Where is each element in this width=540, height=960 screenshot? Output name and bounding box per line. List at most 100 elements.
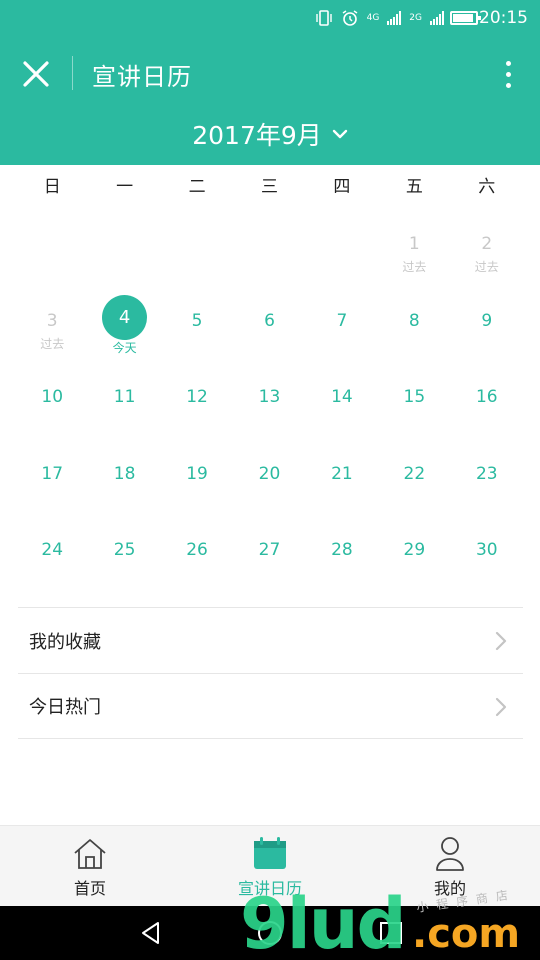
tab-mine[interactable]: 我的: [360, 826, 540, 907]
header-divider: [72, 56, 73, 90]
calendar-day[interactable]: 23: [451, 436, 523, 513]
day-number: 7: [336, 310, 348, 331]
home-nav-icon[interactable]: [257, 920, 283, 946]
day-number: 22: [403, 463, 426, 484]
month-picker[interactable]: 2017年9月: [0, 116, 540, 152]
day-number: 20: [258, 463, 281, 484]
day-status-label: 今天: [112, 340, 137, 355]
calendar-empty-cell: [306, 206, 378, 283]
day-number: 8: [408, 310, 420, 331]
day-number: 14: [331, 387, 353, 407]
chevron-right-icon: [495, 631, 507, 651]
more-dot-icon: [505, 60, 511, 66]
calendar-day[interactable]: 6: [233, 283, 305, 360]
status-bar: 4G 2G 20:15: [0, 0, 540, 36]
weekday-tue: 二: [188, 177, 206, 197]
menu-list: 我的收藏 今日热门: [18, 607, 523, 739]
tab-calendar-label: 宣讲日历: [237, 879, 302, 898]
calendar-day[interactable]: 16: [451, 359, 523, 436]
day-number: 21: [331, 463, 353, 484]
day-number: 23: [475, 463, 498, 484]
calendar-day[interactable]: 15: [378, 359, 450, 436]
signal-icon: [430, 11, 444, 25]
more-dot-icon: [505, 82, 511, 88]
day-number: 2: [481, 234, 493, 254]
calendar-day[interactable]: 12: [161, 359, 233, 436]
home-icon: [71, 836, 109, 872]
calendar-day[interactable]: 17: [16, 436, 88, 513]
calendar-day[interactable]: 14: [306, 359, 378, 436]
calendar-day[interactable]: 29: [378, 512, 450, 589]
weekday-thu: 四: [333, 177, 351, 197]
day-number: 10: [41, 387, 64, 407]
tab-calendar[interactable]: 宣讲日历: [180, 826, 360, 907]
day-number: 5: [191, 310, 203, 331]
vibrate-icon: [315, 10, 332, 26]
back-icon[interactable]: [138, 920, 164, 946]
calendar-day[interactable]: 9: [451, 283, 523, 360]
day-number: 15: [403, 387, 426, 407]
calendar-day[interactable]: 2 过去: [451, 206, 523, 283]
calendar-day[interactable]: 3 过去: [16, 283, 88, 360]
calendar-day[interactable]: 1 过去: [378, 206, 450, 283]
day-number: 13: [258, 387, 281, 407]
weekday-wed: 三: [260, 177, 278, 197]
signal-icon: [387, 11, 402, 25]
close-button[interactable]: [16, 54, 56, 94]
calendar-day[interactable]: 24: [16, 512, 88, 589]
day-number: 29: [403, 540, 426, 560]
calendar-day[interactable]: 30: [451, 512, 523, 589]
calendar-day[interactable]: 28: [306, 512, 378, 589]
weekday-header: 日 一 二 三 四 五 六: [16, 165, 523, 209]
calendar-empty-cell: [88, 206, 160, 283]
user-icon: [431, 836, 469, 872]
page-title: 宣讲日历: [92, 63, 192, 91]
calendar-icon: [251, 836, 289, 872]
day-number: 26: [186, 540, 208, 560]
calendar-day[interactable]: 21: [306, 436, 378, 513]
recents-icon[interactable]: [378, 920, 404, 946]
day-number: 1: [408, 234, 420, 254]
calendar-day[interactable]: 26: [161, 512, 233, 589]
calendar-day-today[interactable]: 4 今天: [88, 283, 160, 360]
calendar-day[interactable]: 19: [161, 436, 233, 513]
chevron-down-icon: [332, 129, 347, 139]
calendar-day[interactable]: 11: [88, 359, 160, 436]
favorites-row[interactable]: 我的收藏: [18, 607, 523, 673]
day-number: 24: [41, 540, 64, 560]
hot-today-row[interactable]: 今日热门: [18, 673, 523, 739]
calendar-day[interactable]: 7: [306, 283, 378, 360]
more-options-button[interactable]: [496, 54, 520, 94]
calendar-empty-cell: [161, 206, 233, 283]
battery-icon: [450, 11, 481, 25]
day-number: 28: [331, 540, 353, 560]
tab-mine-label: 我的: [433, 879, 466, 898]
app-header: 宣讲日历 2017年9月: [0, 36, 540, 165]
day-number: 12: [186, 387, 208, 407]
calendar-empty-cell: [16, 206, 88, 283]
calendar-day[interactable]: 20: [233, 436, 305, 513]
calendar-day[interactable]: 18: [88, 436, 160, 513]
day-number: 4: [102, 294, 148, 340]
more-dot-icon: [505, 71, 511, 77]
day-number: 3: [46, 310, 58, 331]
day-number: 9: [481, 310, 493, 331]
tab-home[interactable]: 首页: [0, 826, 180, 907]
tab-bar: 首页 宣讲日历 我的: [0, 825, 540, 906]
tab-home-label: 首页: [73, 879, 106, 898]
calendar-day[interactable]: 13: [233, 359, 305, 436]
favorites-label: 我的收藏: [29, 631, 101, 653]
calendar-day[interactable]: 8: [378, 283, 450, 360]
day-status-label: 过去: [402, 260, 427, 274]
day-status-label: 过去: [40, 336, 65, 351]
network-type-1: 4G: [366, 12, 380, 23]
weekday-sun: 日: [43, 177, 61, 197]
weekday-sat: 六: [478, 177, 496, 197]
weekday-mon: 一: [116, 177, 134, 197]
calendar-day[interactable]: 27: [233, 512, 305, 589]
calendar-day[interactable]: 10: [16, 359, 88, 436]
day-number: 17: [41, 463, 64, 484]
calendar-day[interactable]: 22: [378, 436, 450, 513]
calendar-day[interactable]: 5: [161, 283, 233, 360]
calendar-day[interactable]: 25: [88, 512, 160, 589]
